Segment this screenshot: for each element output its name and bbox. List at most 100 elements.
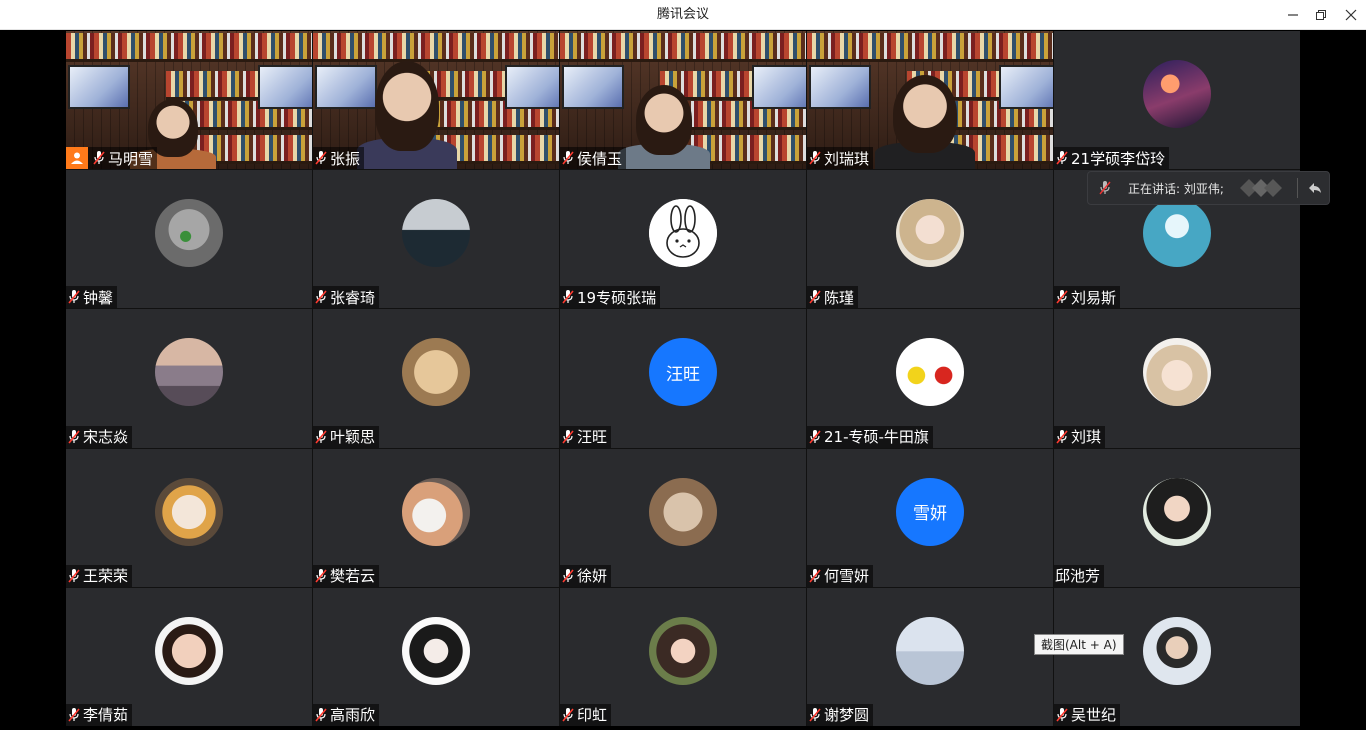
participant-name: 陈瑾 (824, 288, 855, 307)
muted-mic-icon (67, 289, 81, 305)
participant-tile[interactable]: 雪妍何雪妍 (807, 448, 1053, 587)
participant-nameplate: 谢梦圆 (807, 703, 874, 726)
participant-name: 张睿琦 (330, 288, 376, 307)
participant-nameplate: 吴世纪 (1054, 703, 1121, 726)
participant-name: 21学硕李岱玲 (1071, 149, 1166, 168)
participant-tile[interactable]: 吴世纪 (1054, 587, 1300, 726)
participant-nameplate: 张睿琦 (313, 286, 380, 309)
restore-icon (1316, 10, 1326, 20)
participant-nameplate: 侯倩玉 (560, 147, 627, 170)
muted-mic-icon (67, 568, 81, 584)
participant-grid: 马明雪 张振 侯倩玉 刘瑞琪 21学硕李岱玲钟馨 张睿琦 19专硕张瑞 陈瑾 刘易斯宋志焱 叶颖思… (66, 31, 1300, 726)
muted-mic-icon (1055, 429, 1069, 445)
participant-nameplate: 何雪妍 (807, 564, 874, 587)
initials-avatar: 汪旺 (649, 338, 717, 407)
participant-nameplate: 邱池芳 (1054, 564, 1105, 587)
baby-avatar (155, 616, 223, 685)
illustrated-girl-avatar (896, 199, 964, 268)
participant-tile[interactable]: 王荣荣 (66, 448, 312, 587)
participant-tile[interactable]: 汪旺 汪旺 (560, 309, 806, 448)
muted-mic-icon (808, 429, 822, 445)
sketch-girl-avatar (402, 616, 470, 685)
restore-button[interactable] (1306, 0, 1336, 30)
divider (1296, 178, 1298, 198)
participant-nameplate: 马明雪 (66, 147, 158, 170)
participant-nameplate: 刘易斯 (1054, 286, 1121, 309)
participant-name: 钟馨 (83, 288, 114, 307)
cat-avatar (402, 338, 470, 407)
young-man-avatar (1143, 616, 1211, 685)
participant-tile[interactable]: 刘瑞琪 (807, 31, 1053, 170)
minimize-button[interactable] (1278, 0, 1308, 30)
participant-tile[interactable]: 19专硕张瑞 (560, 170, 806, 309)
window-title: 腾讯会议 (656, 7, 709, 22)
participant-name: 汪旺 (577, 428, 608, 447)
participant-nameplate: 汪旺 (560, 425, 612, 448)
participant-tile[interactable]: 宋志焱 (66, 309, 312, 448)
muted-mic-icon (561, 429, 575, 445)
participant-tile[interactable]: 邱池芳 (1054, 448, 1300, 587)
title-bar: 腾讯会议 (0, 0, 1366, 30)
participant-nameplate: 钟馨 (66, 286, 118, 309)
minimize-icon (1288, 14, 1298, 16)
rabbit-avatar (649, 199, 717, 268)
participant-tile[interactable]: 侯倩玉 (560, 31, 806, 170)
muted-mic-icon (92, 150, 106, 166)
muted-mic-icon (561, 568, 575, 584)
participant-name: 刘琪 (1071, 428, 1102, 447)
muted-mic-icon (808, 568, 822, 584)
participant-tile[interactable]: 陈瑾 (807, 170, 1053, 309)
muted-mic-icon (561, 707, 575, 723)
participant-name: 李倩茹 (83, 706, 129, 725)
little-girl-avatar (1143, 477, 1211, 546)
anime-girl-avatar (1143, 338, 1211, 407)
participant-tile[interactable]: 钟馨 (66, 170, 312, 309)
sunset-girl-avatar (155, 338, 223, 407)
muted-mic-icon (808, 150, 822, 166)
return-arrow-icon (1308, 183, 1321, 193)
participant-tile[interactable]: 徐妍 (560, 448, 806, 587)
speaking-indicator: 正在讲话: 刘亚伟; (1087, 171, 1330, 205)
participant-name: 19专硕张瑞 (577, 288, 657, 307)
muted-mic-icon (808, 707, 822, 723)
participant-name: 谢梦圆 (824, 706, 870, 725)
girl-with-dog-avatar (402, 477, 470, 546)
blurred-avatars (1238, 177, 1288, 199)
plush-toy-avatar (155, 477, 223, 546)
close-button[interactable] (1336, 0, 1366, 30)
mic-icon (1098, 180, 1112, 196)
participant-tile[interactable]: 高雨欣 (313, 587, 559, 726)
participant-tile[interactable]: 张睿琦 (313, 170, 559, 309)
seaside-avatar (402, 199, 470, 268)
participant-tile[interactable]: 印虹 (560, 587, 806, 726)
participant-tile[interactable]: 谢梦圆 (807, 587, 1053, 726)
initials-avatar: 雪妍 (896, 477, 964, 546)
kitten-avatar (649, 477, 717, 546)
participant-tile[interactable]: 马明雪 (66, 31, 312, 170)
participant-tile[interactable]: 樊若云 (313, 448, 559, 587)
participant-name: 张振 (330, 149, 361, 168)
participant-name: 何雪妍 (824, 567, 870, 586)
collapse-speaking-button[interactable] (1306, 180, 1324, 196)
participant-name: 叶颖思 (330, 428, 376, 447)
participant-nameplate: 19专硕张瑞 (560, 286, 661, 309)
participant-name: 刘瑞琪 (824, 149, 870, 168)
cartoon-figures-avatar (896, 338, 964, 407)
participant-tile[interactable]: 刘琪 (1054, 309, 1300, 448)
participant-nameplate: 徐妍 (560, 564, 612, 587)
participant-name: 印虹 (577, 706, 608, 725)
flower-girl-avatar (649, 616, 717, 685)
participant-nameplate: 李倩茹 (66, 703, 133, 726)
muted-mic-icon (1055, 707, 1069, 723)
winter-girl-avatar (896, 616, 964, 685)
muted-mic-icon (67, 707, 81, 723)
participant-tile[interactable]: 张振 (313, 31, 559, 170)
participant-nameplate: 21-专硕-牛田旗 (807, 425, 933, 448)
participant-nameplate: 宋志焱 (66, 425, 133, 448)
participant-tile[interactable]: 李倩茹 (66, 587, 312, 726)
participant-tile[interactable]: 21学硕李岱玲 (1054, 31, 1300, 170)
participant-tile[interactable]: 叶颖思 (313, 309, 559, 448)
muted-mic-icon (561, 289, 575, 305)
participant-name: 樊若云 (330, 567, 376, 586)
participant-tile[interactable]: 21-专硕-牛田旗 (807, 309, 1053, 448)
